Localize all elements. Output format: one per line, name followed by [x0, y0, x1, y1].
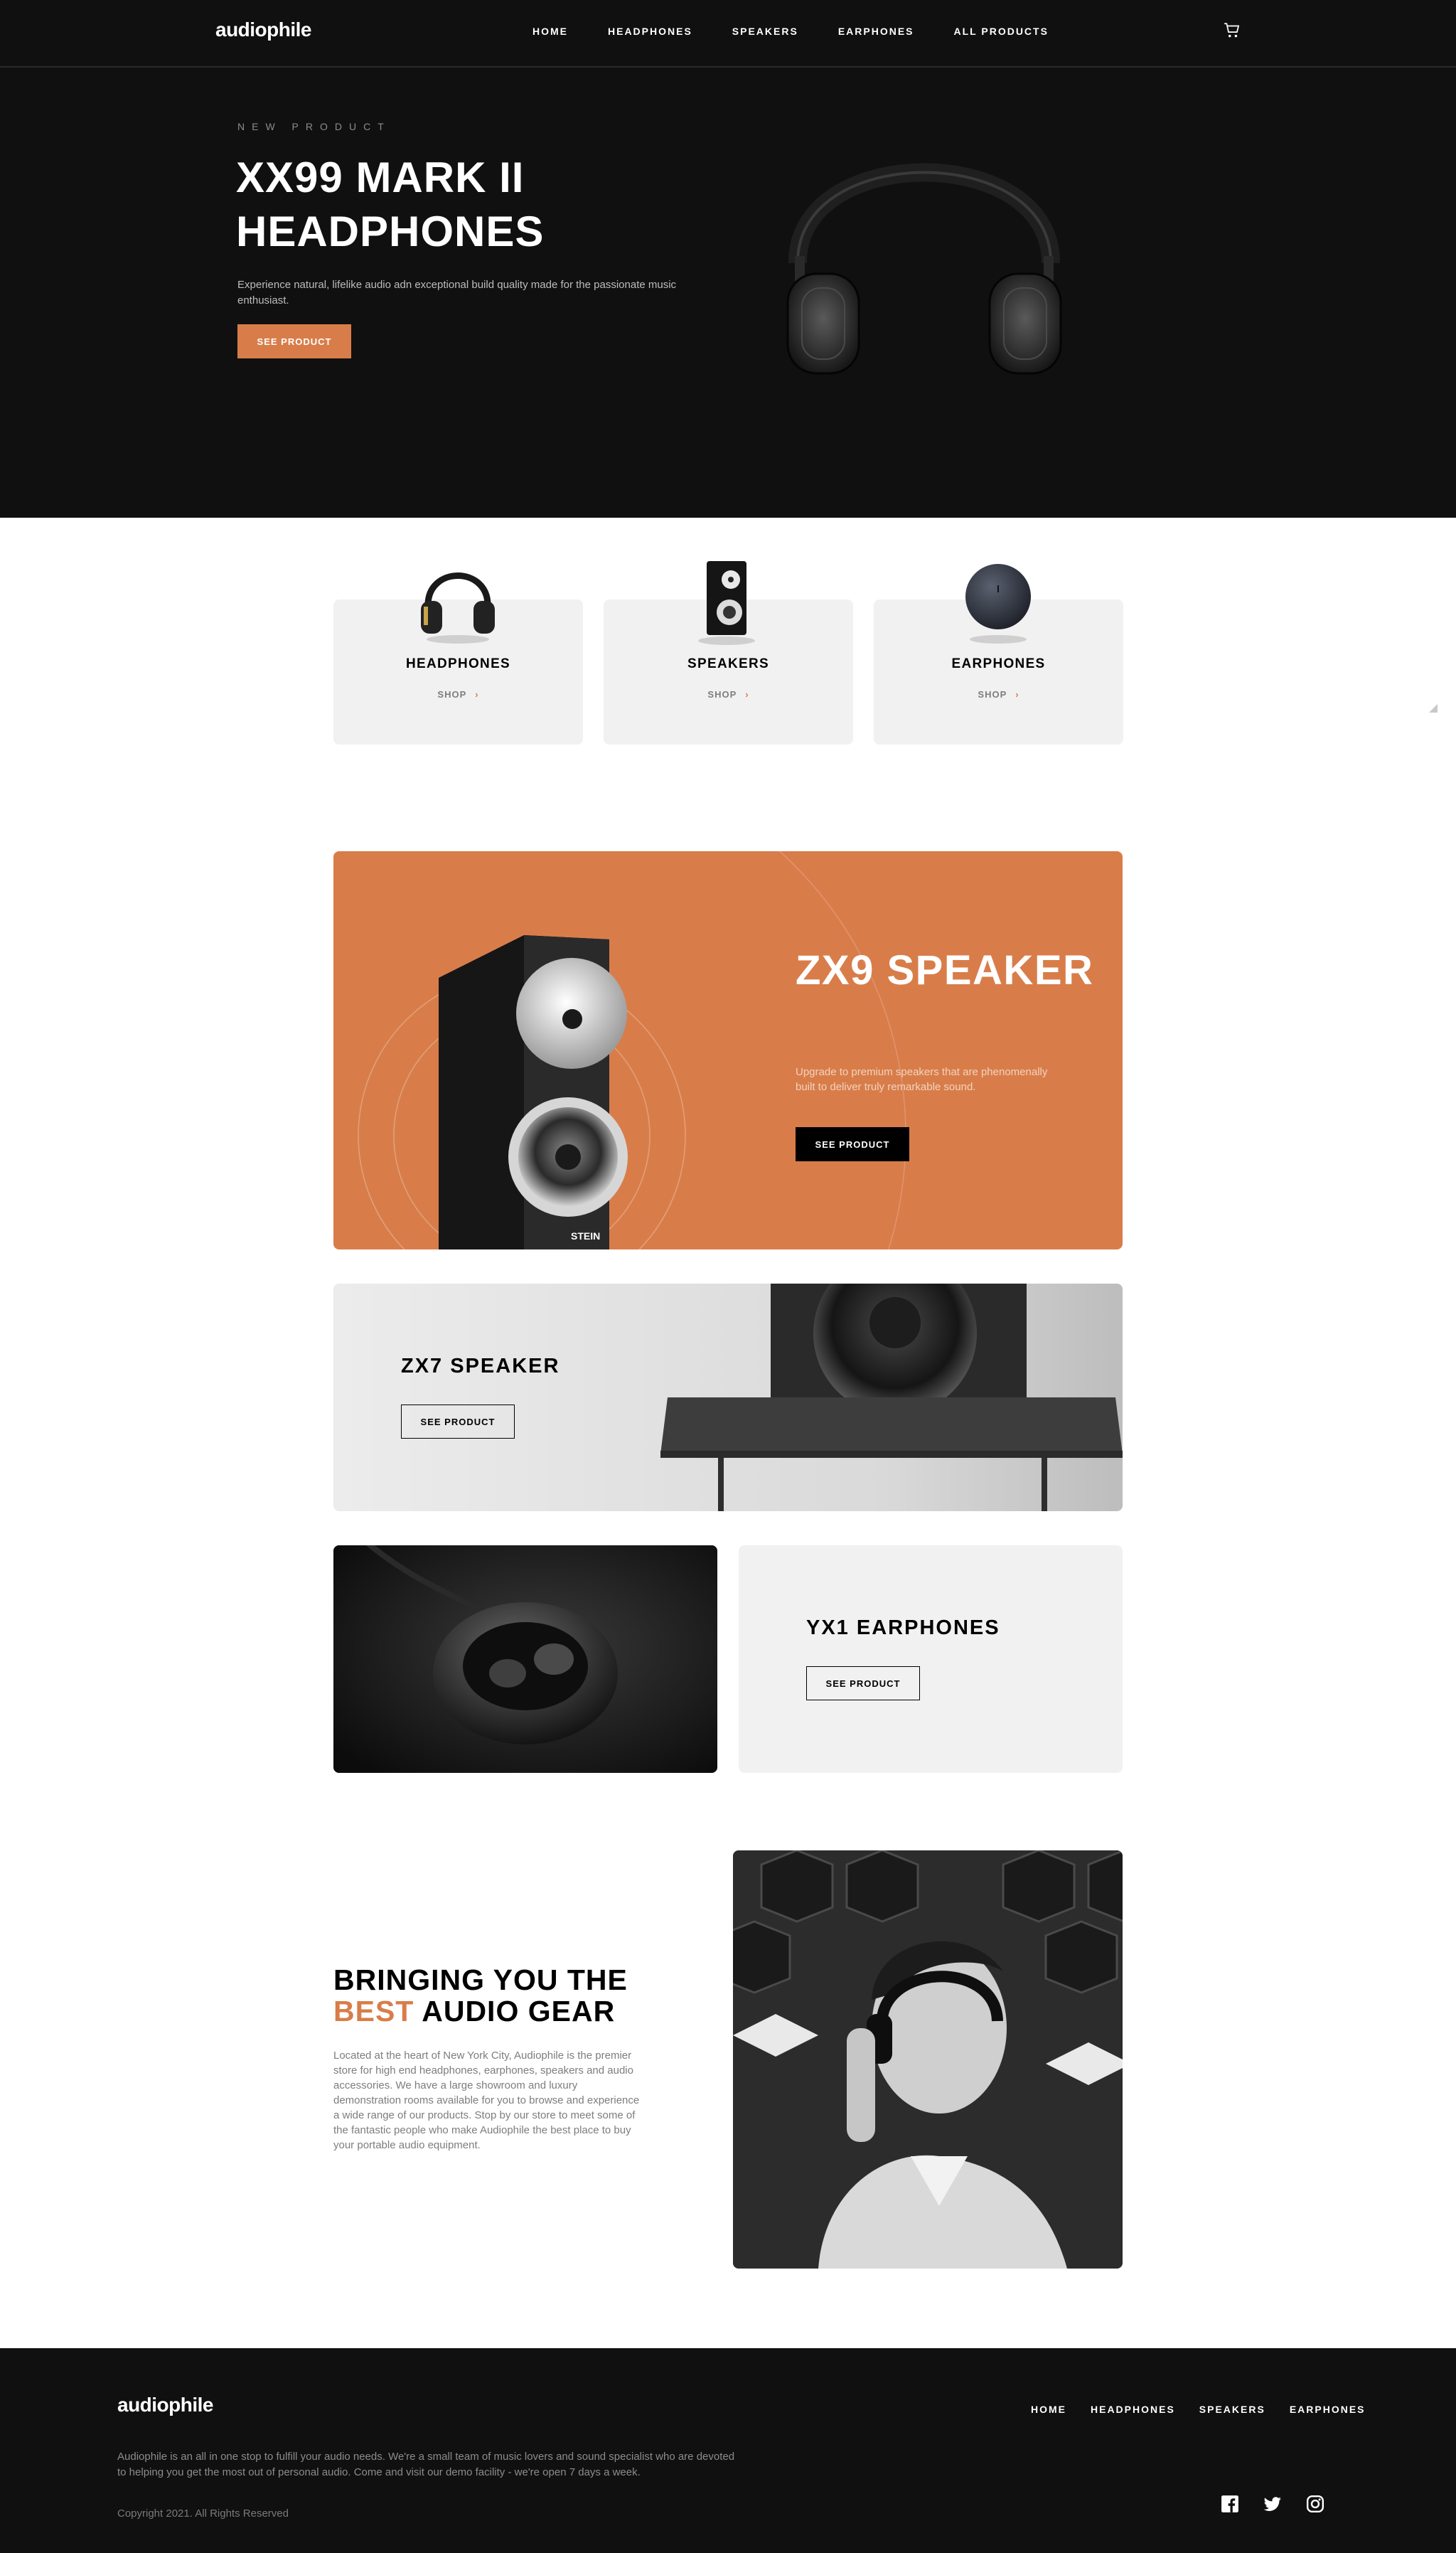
yx1-see-product-button[interactable]: SEE PRODUCT: [806, 1666, 920, 1700]
site-logo[interactable]: audiophile: [215, 18, 312, 41]
nav-home[interactable]: HOME: [532, 26, 568, 37]
footer-nav: HOME HEADPHONES SPEAKERS EARPHONES: [1031, 2404, 1366, 2415]
about-photo: [733, 1850, 1123, 2269]
hero-description: Experience natural, lifelike audio adn e…: [237, 279, 677, 307]
category-title: HEADPHONES: [405, 656, 511, 671]
nav-headphones[interactable]: HEADPHONES: [608, 26, 692, 37]
zx9-description: Upgrade to premium speakers that are phe…: [796, 1066, 1048, 1093]
chevron-right-icon: ›: [1015, 689, 1019, 700]
facebook-icon[interactable]: [1221, 2495, 1239, 2513]
footer-nav-headphones[interactable]: HEADPHONES: [1091, 2404, 1175, 2415]
zx9-title: ZX9 SPEAKER: [796, 947, 1094, 993]
about-title: BRINGING YOU THE BEST AUDIO GEAR: [333, 1964, 653, 2027]
shop-label: SHOP: [978, 689, 1007, 700]
social-links: [1221, 2495, 1324, 2513]
instagram-icon[interactable]: [1306, 2495, 1324, 2513]
footer-nav-earphones[interactable]: EARPHONES: [1290, 2404, 1366, 2415]
category-card-headphones[interactable]: HEADPHONES SHOP ›: [333, 572, 583, 745]
about-title-accent: BEST: [333, 1995, 414, 2027]
nav-speakers[interactable]: SPEAKERS: [732, 26, 798, 37]
resize-handle-icon: [1429, 704, 1438, 713]
zx7-speaker-image: [333, 1284, 1123, 1511]
zx9-speaker-image: STEIN: [439, 935, 628, 1249]
category-card-earphones[interactable]: EARPHONES SHOP ›: [874, 564, 1123, 745]
about-description: Located at the heart of New York City, A…: [333, 2050, 640, 2151]
shop-label: SHOP: [707, 689, 737, 700]
cart-icon[interactable]: [1223, 21, 1241, 40]
main-nav: HOME HEADPHONES SPEAKERS EARPHONES ALL P…: [532, 26, 1049, 37]
category-shop-link[interactable]: SHOP ›: [604, 689, 853, 700]
category-shop-link[interactable]: SHOP ›: [333, 689, 583, 700]
yx1-info-card: YX1 EARPHONES SEE PRODUCT: [739, 1545, 1123, 1773]
zx7-title: ZX7 SPEAKER: [401, 1355, 560, 1377]
footer-description: Audiophile is an all in one stop to fulf…: [117, 2451, 735, 2478]
yx1-title: YX1 EARPHONES: [806, 1616, 1000, 1639]
nav-all-products[interactable]: ALL PRODUCTS: [954, 26, 1049, 37]
zx9-see-product-button[interactable]: SEE PRODUCT: [796, 1127, 909, 1161]
headphones-thumbnail: [421, 572, 495, 644]
nav-earphones[interactable]: EARPHONES: [838, 26, 914, 37]
shop-label: SHOP: [437, 689, 467, 700]
about-title-suffix: AUDIO GEAR: [422, 1995, 616, 2027]
speaker-thumbnail: [698, 561, 755, 645]
speaker-brand-label: STEIN: [571, 1230, 600, 1242]
footer-nav-speakers[interactable]: SPEAKERS: [1199, 2404, 1265, 2415]
category-shop-link[interactable]: SHOP ›: [874, 689, 1123, 700]
twitter-icon[interactable]: [1263, 2495, 1282, 2513]
earphones-case-photo: [333, 1545, 717, 1773]
footer-nav-home[interactable]: HOME: [1031, 2404, 1066, 2415]
chevron-right-icon: ›: [475, 689, 479, 700]
headphones-hero-image: [786, 163, 1062, 375]
zx9-feature-card: STEIN ZX9 SPEAKER Upgrade to premium spe…: [333, 851, 1123, 1249]
site-header: audiophile HOME HEADPHONES SPEAKERS EARP…: [0, 0, 1456, 68]
category-card-speakers[interactable]: SPEAKERS SHOP ›: [604, 561, 853, 745]
copyright-text: Copyright 2021. All Rights Reserved: [117, 2507, 289, 2520]
yx1-earphones-image: [333, 1545, 717, 1773]
man-with-headphones-photo: [733, 1850, 1123, 2269]
zx7-see-product-button[interactable]: SEE PRODUCT: [401, 1405, 515, 1439]
category-title: SPEAKERS: [687, 656, 769, 671]
footer-logo[interactable]: audiophile: [117, 2394, 214, 2416]
site-footer: audiophile HOME HEADPHONES SPEAKERS EARP…: [0, 2348, 1456, 2553]
category-title: EARPHONES: [951, 656, 1046, 671]
hero-overline: NEW PRODUCT: [237, 121, 391, 132]
hero-see-product-button[interactable]: SEE PRODUCT: [237, 324, 351, 358]
zx7-feature-card: ZX7 SPEAKER SEE PRODUCT: [333, 1284, 1123, 1511]
hero-section: audiophile HOME HEADPHONES SPEAKERS EARP…: [0, 0, 1456, 518]
hero-title: XX99 MARK II HEADPHONES: [236, 154, 545, 255]
about-title-prefix: BRINGING YOU THE: [333, 1963, 628, 1996]
chevron-right-icon: ›: [745, 689, 749, 700]
earphones-case-thumbnail: [965, 564, 1031, 644]
